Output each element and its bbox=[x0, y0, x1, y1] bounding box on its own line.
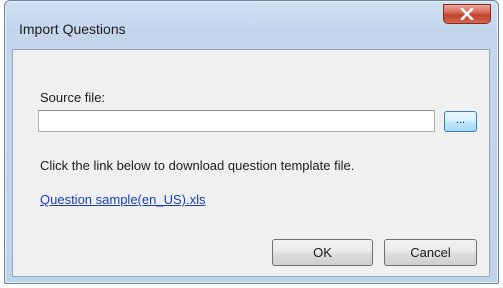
close-button[interactable] bbox=[443, 4, 491, 24]
import-questions-dialog: Import Questions Source file: ... Click … bbox=[4, 0, 499, 284]
ok-button[interactable]: OK bbox=[272, 239, 373, 266]
window-title: Import Questions bbox=[19, 21, 126, 37]
source-file-input[interactable] bbox=[38, 110, 435, 132]
template-download-link[interactable]: Question sample(en_US).xls bbox=[40, 192, 205, 207]
cancel-button[interactable]: Cancel bbox=[384, 239, 477, 266]
download-hint-text: Click the link below to download questio… bbox=[40, 158, 355, 173]
titlebar: Import Questions bbox=[5, 1, 498, 49]
browse-button[interactable]: ... bbox=[444, 111, 477, 132]
close-icon bbox=[460, 8, 474, 20]
source-file-label: Source file: bbox=[40, 90, 106, 105]
dialog-body: Source file: ... Click the link below to… bbox=[12, 49, 490, 277]
